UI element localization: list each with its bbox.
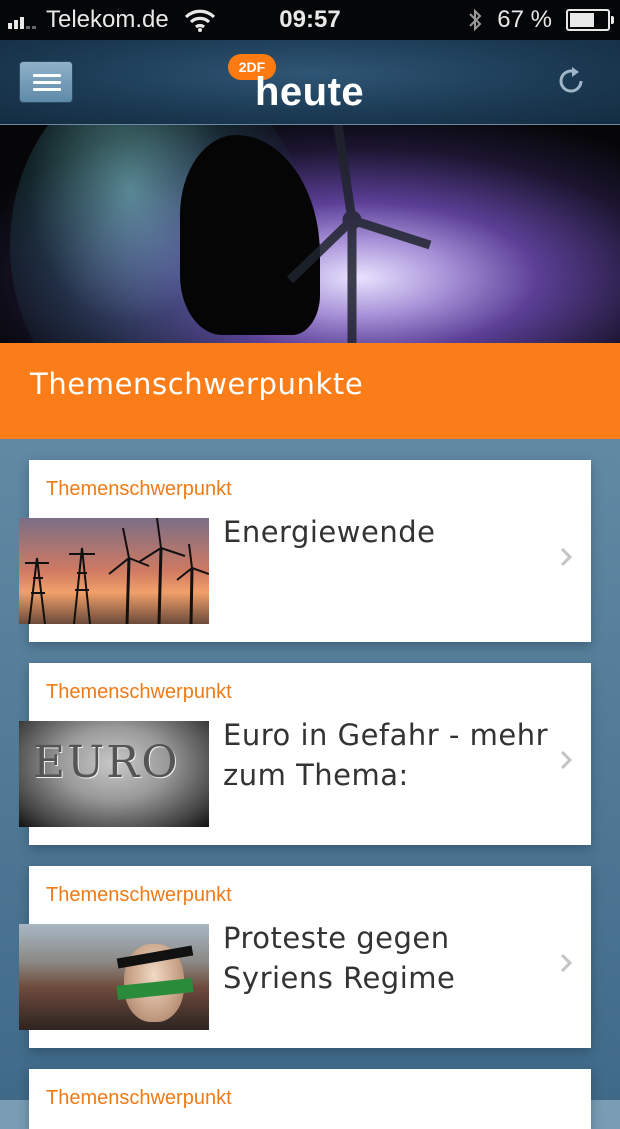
status-bar: Telekom.de 09:57 67 % (0, 0, 620, 40)
hamburger-menu-icon-line (33, 88, 61, 91)
menu-button[interactable] (19, 61, 73, 103)
card-category: Themenschwerpunkt (46, 681, 232, 703)
card-title: Proteste gegen Syriens Regime (223, 921, 456, 995)
chevron-right-icon (560, 953, 573, 973)
topic-card-partial[interactable]: Themenschwerpunkt (29, 1069, 591, 1129)
refresh-icon[interactable] (554, 64, 588, 98)
chevron-right-icon (560, 750, 573, 770)
card-title: Energiewende (223, 515, 436, 549)
hamburger-menu-icon (33, 74, 61, 77)
section-title: Themenschwerpunkte (30, 367, 364, 401)
chevron-right-icon (560, 547, 573, 567)
card-category: Themenschwerpunkt (46, 884, 232, 906)
heute-logo: heute (255, 70, 365, 114)
card-category: Themenschwerpunkt (46, 478, 232, 500)
card-category: Themenschwerpunkt (46, 1087, 232, 1109)
battery-fill (570, 13, 595, 27)
card-title: Euro in Gefahr - mehr zum Thema: (223, 718, 548, 792)
euro-coin-image: EURO (19, 721, 209, 827)
battery-icon (566, 9, 614, 31)
hamburger-menu-icon-line (33, 81, 61, 84)
battery-percent: 67 % (497, 6, 552, 33)
navigation-bar: 2DF heute (0, 40, 620, 125)
wind-turbine-icon (286, 125, 432, 343)
thumb-turbines-drawing (25, 518, 209, 624)
hero-image[interactable] (0, 125, 620, 343)
coin-text: EURO (33, 737, 180, 788)
bluetooth-icon (469, 8, 482, 32)
topic-card-euro[interactable]: Themenschwerpunkt EURO Euro in Gefahr - … (19, 663, 591, 845)
section-header: Themenschwerpunkte (0, 343, 620, 439)
topic-card-energiewende[interactable]: Themenschwerpunkt Energiewende (19, 460, 591, 642)
wind-turbines-sunset-image (19, 518, 209, 624)
topic-card-syria[interactable]: Themenschwerpunkt Proteste gegen Syriens… (19, 866, 591, 1048)
syria-protest-image (19, 924, 209, 1030)
